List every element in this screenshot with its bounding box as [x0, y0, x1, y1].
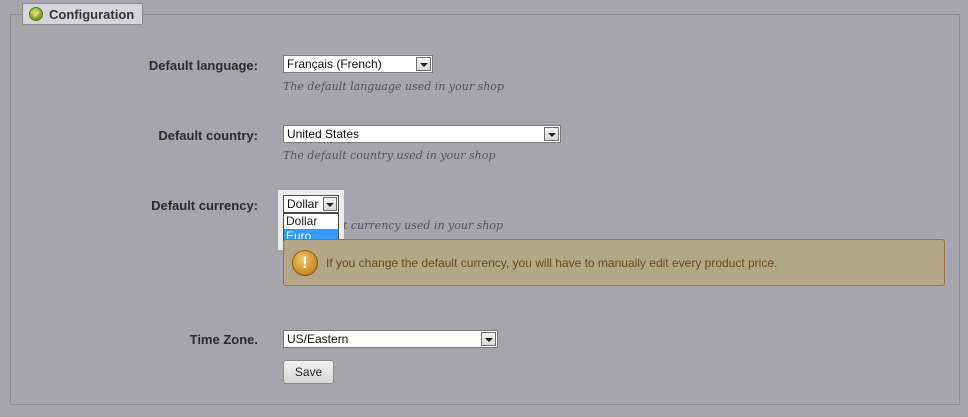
- currency-warning-box: ! If you change the default currency, yo…: [283, 239, 945, 286]
- default-language-label: Default language:: [148, 58, 258, 73]
- chevron-down-icon[interactable]: [544, 127, 559, 141]
- default-country-select[interactable]: United States: [283, 125, 561, 143]
- time-zone-value: US/Eastern: [287, 332, 349, 346]
- currency-warning-text: If you change the default currency, you …: [326, 255, 778, 270]
- default-currency-value: Dollar: [287, 197, 319, 211]
- section-title: Configuration: [49, 6, 135, 22]
- default-currency-hint: t currency used in your shop: [343, 219, 504, 232]
- default-currency-select[interactable]: Dollar: [283, 195, 339, 213]
- time-zone-select[interactable]: US/Eastern: [283, 330, 498, 348]
- default-language-value: Français (French): [287, 57, 382, 71]
- save-button[interactable]: Save: [283, 360, 334, 384]
- default-currency-label: Default currency:: [151, 198, 258, 213]
- chevron-down-icon[interactable]: [416, 57, 431, 71]
- default-country-label: Default country:: [158, 128, 258, 143]
- default-language-select[interactable]: Français (French): [283, 55, 433, 73]
- time-zone-label: Time Zone.: [189, 332, 258, 347]
- default-country-hint: The default country used in your shop: [283, 149, 496, 162]
- default-language-hint: The default language used in your shop: [283, 80, 504, 93]
- chevron-down-icon[interactable]: [323, 197, 337, 211]
- currency-option-dollar[interactable]: Dollar: [284, 214, 338, 229]
- configuration-icon: [29, 7, 43, 21]
- section-legend: Configuration: [22, 3, 144, 25]
- warning-exclamation-icon: !: [292, 249, 318, 276]
- chevron-down-icon[interactable]: [481, 332, 496, 346]
- default-country-value: United States: [287, 127, 360, 141]
